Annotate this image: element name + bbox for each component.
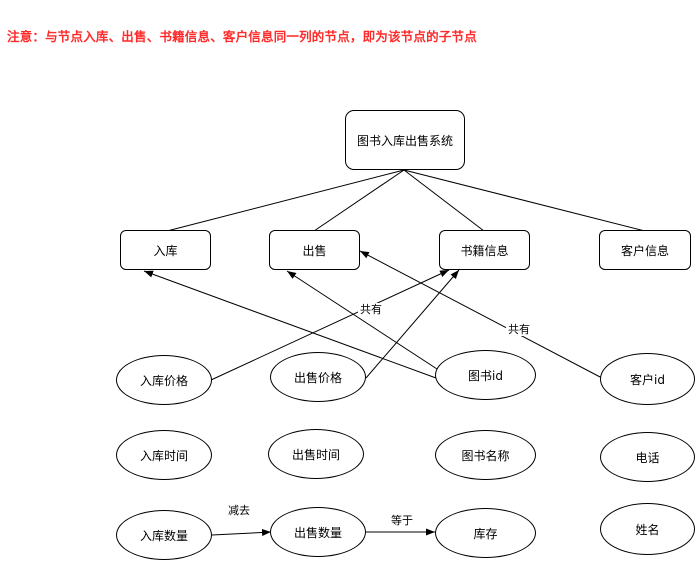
edge-root-to-inku — [166, 169, 405, 232]
edge-label-shared-2: 共有 — [506, 323, 532, 336]
edge-label-shared-1: 共有 — [358, 303, 384, 316]
connector-layer — [143, 169, 646, 536]
node-chushou-label: 出售 — [302, 243, 327, 258]
attr-book-name-label: 图书名称 — [461, 448, 510, 463]
node-inku[interactable]: 入库 — [120, 230, 211, 270]
node-kehuxinxi[interactable]: 客户信息 — [599, 230, 691, 270]
node-chushou[interactable]: 出售 — [269, 230, 360, 270]
attr-name-label: 姓名 — [635, 522, 660, 537]
attr-customer-id[interactable]: 客户id — [600, 353, 695, 405]
attr-book-name[interactable]: 图书名称 — [435, 430, 536, 480]
edge-label-equals: 等于 — [389, 514, 415, 527]
attr-chushou-time-label: 出售时间 — [291, 447, 340, 462]
attr-inku-time[interactable]: 入库时间 — [116, 430, 212, 480]
edge-inkuqty-to-chushouqty — [211, 528, 272, 536]
node-inku-label: 入库 — [153, 243, 178, 258]
attr-book-id-label: 图书id — [468, 368, 503, 383]
edge-root-to-kehuxinxi — [403, 169, 646, 232]
attr-customer-id-label: 客户id — [630, 372, 665, 387]
attr-chushou-price[interactable]: 出售价格 — [270, 352, 366, 402]
attr-chushou-price-label: 出售价格 — [293, 370, 342, 385]
attr-inku-qty[interactable]: 入库数量 — [116, 510, 212, 560]
root-node-label: 图书入库出售系统 — [356, 133, 453, 148]
edge-label-subtract: 减去 — [226, 504, 252, 517]
attr-name[interactable]: 姓名 — [600, 503, 695, 555]
attr-phone-label: 电话 — [635, 450, 660, 465]
root-node[interactable]: 图书入库出售系统 — [345, 110, 465, 170]
attr-chushou-time[interactable]: 出售时间 — [268, 429, 364, 479]
edge-root-to-shujixinxi — [403, 169, 485, 232]
edge-root-to-chushou — [313, 169, 405, 232]
attr-book-id[interactable]: 图书id — [435, 350, 536, 400]
attr-phone[interactable]: 电话 — [600, 432, 695, 482]
node-shujixinxi-label: 书籍信息 — [460, 243, 509, 258]
node-shujixinxi[interactable]: 书籍信息 — [439, 230, 530, 270]
attr-chushou-qty[interactable]: 出售数量 — [270, 507, 366, 557]
attr-kucun-label: 库存 — [473, 526, 498, 541]
attr-chushou-qty-label: 出售数量 — [293, 525, 342, 540]
attr-inku-time-label: 入库时间 — [139, 448, 188, 463]
attr-kucun[interactable]: 库存 — [435, 508, 536, 558]
node-kehuxinxi-label: 客户信息 — [620, 243, 669, 258]
attr-inku-price[interactable]: 入库价格 — [116, 355, 212, 405]
attr-inku-qty-label: 入库数量 — [139, 528, 188, 543]
attr-inku-price-label: 入库价格 — [139, 373, 188, 388]
